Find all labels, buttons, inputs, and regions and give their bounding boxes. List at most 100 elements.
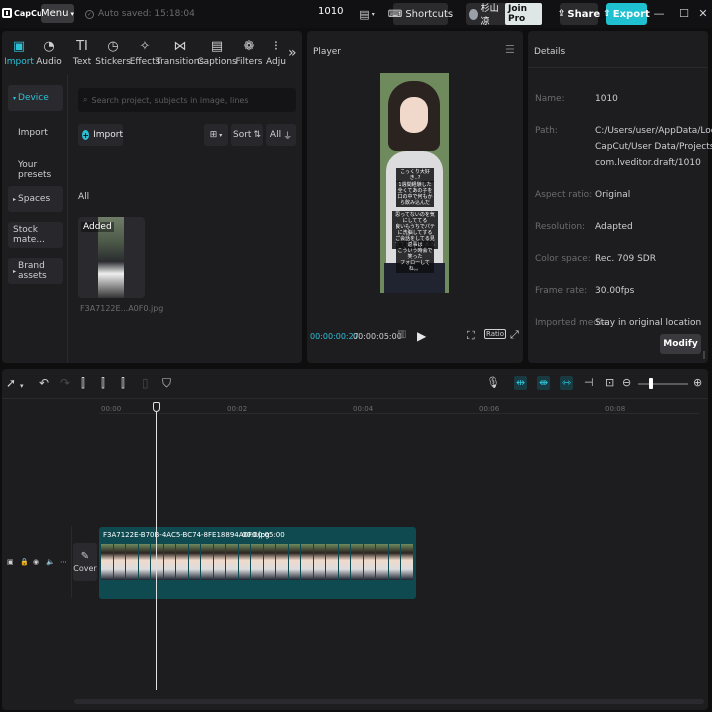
- chevron-right-icon[interactable]: »: [288, 45, 297, 61]
- clip-frame: [126, 544, 138, 580]
- clip-frame: [351, 544, 363, 580]
- tab-audio-label: Audio: [36, 56, 62, 67]
- preview-caption: 1週間経験した 全くてあの子を 口の中で何もから飲み込んだ: [396, 181, 434, 207]
- track-visibility-icon[interactable]: ▣: [7, 558, 14, 566]
- audio-mute-icon[interactable]: 🔈: [46, 558, 55, 566]
- search-input[interactable]: ⌕ Search project, subjects in image, lin…: [78, 88, 296, 112]
- fullscreen-icon[interactable]: ⤢: [510, 328, 519, 342]
- share-button[interactable]: ⇪ Share: [558, 3, 601, 25]
- split-left-icon[interactable]: ⫿: [101, 376, 105, 390]
- shield-icon[interactable]: ⛉: [162, 376, 171, 390]
- nav-spaces[interactable]: ▸ Spaces: [8, 186, 63, 212]
- select-tool-icon[interactable]: ➚: [6, 376, 16, 390]
- clip-frame: [238, 544, 251, 580]
- preview-axis-icon[interactable]: ⊣: [584, 376, 594, 390]
- tab-transitions[interactable]: ⋈ Transitions: [156, 33, 204, 73]
- shortcuts-button[interactable]: ⌨ Shortcuts: [388, 3, 453, 25]
- clip-frame: [188, 544, 201, 580]
- hamburger-icon[interactable]: ☰: [505, 43, 515, 56]
- clip-frame: [338, 544, 351, 580]
- layout-button[interactable]: ▤ ▾: [356, 5, 378, 23]
- lock-icon[interactable]: 🔒: [20, 558, 29, 566]
- modify-button[interactable]: Modify: [660, 334, 701, 354]
- microphone-icon[interactable]: 🎙: [486, 376, 500, 390]
- timecode-grid-icon[interactable]: ▥: [397, 329, 406, 340]
- nav-import[interactable]: Import: [18, 128, 48, 138]
- more-icon[interactable]: ⋯: [60, 558, 67, 566]
- user-chip[interactable]: 杉山凉 Join Pro: [466, 3, 542, 27]
- tab-import[interactable]: ▣ Import: [4, 33, 34, 73]
- play-button[interactable]: ▶: [417, 329, 426, 343]
- preview-caption: 返事は こういう時会で笑った フォローしてね。。: [396, 241, 434, 273]
- clip-frame: [401, 544, 413, 580]
- tab-audio[interactable]: ◔ Audio: [36, 33, 62, 73]
- tab-filters[interactable]: ❁ Filters: [236, 33, 263, 73]
- playhead-handle[interactable]: [153, 402, 160, 412]
- undo-icon[interactable]: ↶: [39, 376, 49, 390]
- join-pro-button[interactable]: Join Pro: [504, 3, 542, 25]
- export-button[interactable]: ⇧ Export: [603, 3, 650, 25]
- capcut-logo-icon: [2, 8, 12, 18]
- ratio-button[interactable]: Ratio: [484, 329, 506, 339]
- delete-icon[interactable]: ▯: [142, 376, 149, 390]
- media-item[interactable]: Added: [78, 217, 145, 298]
- playhead[interactable]: [156, 409, 157, 690]
- nav-brand-label: Brand assets: [18, 261, 47, 281]
- user-name: 杉山凉: [480, 4, 499, 27]
- zoom-in-icon[interactable]: ⊕: [693, 376, 702, 390]
- nav-stock-materials[interactable]: Stock mate...: [8, 222, 63, 248]
- tab-stickers[interactable]: ◷ Stickers: [95, 33, 131, 73]
- clip-frame: [288, 544, 301, 580]
- close-icon[interactable]: ✕: [696, 6, 710, 20]
- auto-snap-icon[interactable]: ⇼: [537, 376, 551, 390]
- nav-brand-assets[interactable]: ▸ Brand assets: [8, 258, 63, 284]
- view-mode-button[interactable]: ⊞ ▾: [204, 124, 228, 146]
- detail-value-name: 1010: [595, 94, 618, 104]
- split-icon[interactable]: ⫿: [81, 376, 85, 390]
- scrollbar[interactable]: [703, 351, 705, 359]
- total-time: 00:00:05:00: [353, 332, 402, 341]
- detail-label: Name:: [535, 94, 565, 104]
- maximize-icon[interactable]: ☐: [677, 6, 691, 20]
- cover-button[interactable]: ✎ Cover: [73, 543, 97, 581]
- linkage-icon[interactable]: ⇿: [560, 376, 574, 390]
- nav-device[interactable]: ▾ Device: [8, 85, 63, 111]
- fit-frame-icon[interactable]: ⛶: [467, 329, 475, 343]
- tab-captions[interactable]: ▤ Captions: [197, 33, 236, 73]
- zoom-slider-handle[interactable]: [649, 378, 653, 389]
- import-button[interactable]: + Import: [78, 124, 123, 146]
- chevron-down-icon[interactable]: ▾: [20, 379, 24, 393]
- zoom-slider[interactable]: [638, 383, 688, 385]
- media-nav: ▾ Device Import Your presets ▸ Spaces St…: [2, 75, 68, 363]
- chevron-down-icon: ▾: [371, 10, 375, 18]
- minimize-icon[interactable]: —: [652, 6, 666, 20]
- menu-button[interactable]: Menu ▾: [41, 4, 74, 23]
- audio-icon: ◔: [43, 38, 55, 54]
- filter-button[interactable]: All ⏚: [266, 124, 296, 146]
- preview-caption: こっくり大好き..?: [396, 168, 434, 182]
- effects-icon: ✧: [139, 38, 151, 54]
- chevron-down-icon: ▾: [219, 131, 223, 139]
- text-icon: TI: [76, 38, 88, 54]
- cover-label: Cover: [73, 564, 97, 573]
- share-label: Share: [567, 8, 601, 20]
- sort-button[interactable]: Sort ⇅: [231, 124, 263, 146]
- tab-text[interactable]: TI Text: [72, 33, 92, 73]
- eye-icon[interactable]: ◉: [33, 558, 39, 566]
- horizontal-scrollbar[interactable]: [74, 699, 704, 704]
- caption-track-icon[interactable]: ⊡: [605, 376, 614, 390]
- details-title: Details: [534, 47, 566, 57]
- clip-frame: [101, 544, 113, 580]
- clip-frame: [163, 544, 176, 580]
- zoom-out-icon[interactable]: ⊖: [622, 376, 631, 390]
- nav-your-presets[interactable]: Your presets: [18, 160, 67, 180]
- clip-frame: [113, 544, 126, 580]
- redo-icon[interactable]: ↷: [60, 376, 70, 390]
- main-track-magnet-icon[interactable]: ⇹: [514, 376, 528, 390]
- split-right-icon[interactable]: ⫿: [121, 376, 125, 390]
- tab-adjust[interactable]: ⁝ Adju: [266, 33, 286, 73]
- video-preview[interactable]: こっくり大好き..? 1週間経験した 全くてあの子を 口の中で何もから飲み込んだ…: [380, 73, 449, 293]
- timeline-clip[interactable]: F3A7122E-B70B-4AC5-BC74-8FE18894A0F0.jpg…: [99, 527, 416, 599]
- tab-effects[interactable]: ✧ Effects: [130, 33, 161, 73]
- detail-label: Color space:: [535, 254, 591, 264]
